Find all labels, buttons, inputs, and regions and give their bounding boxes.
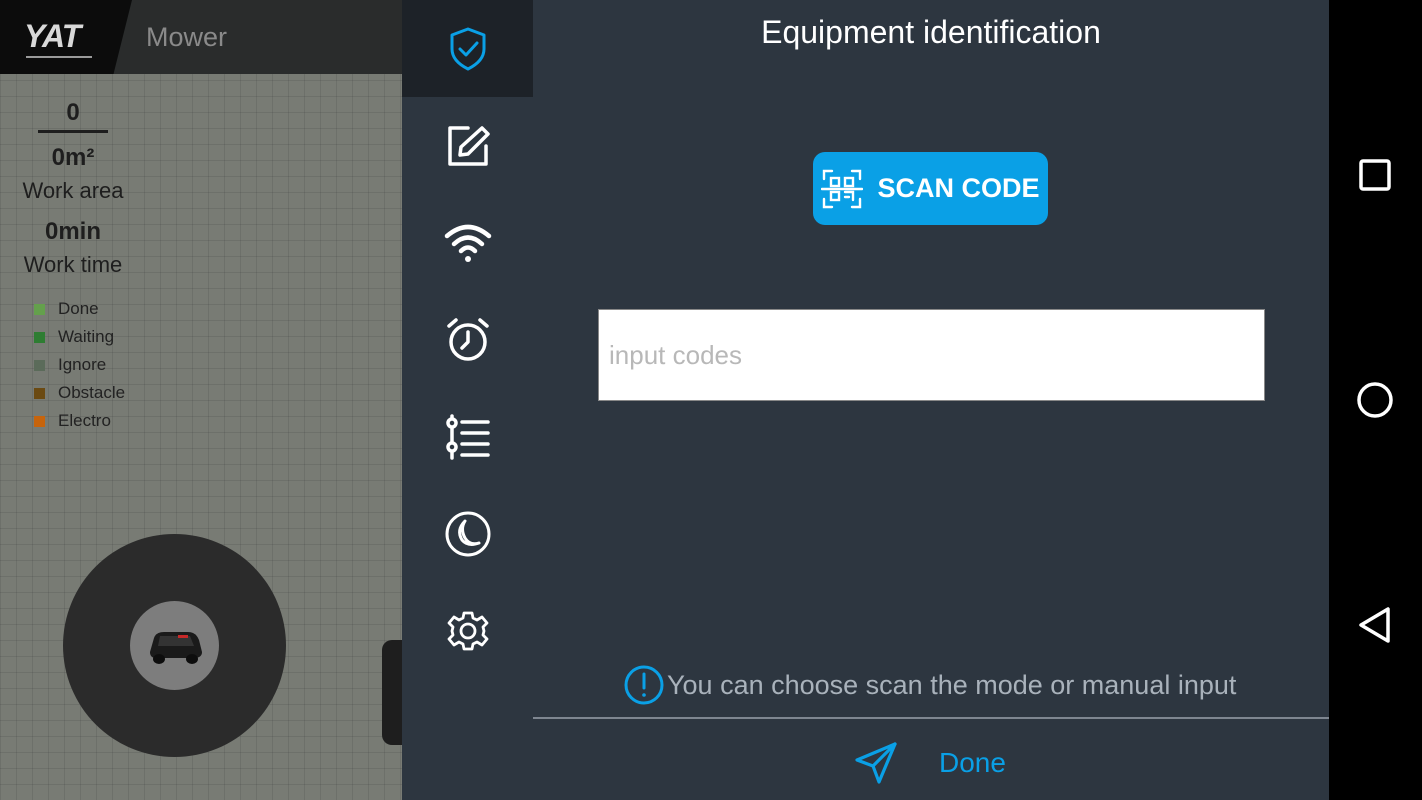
hint-message: You can choose scan the mode or manual i… [623,664,1236,706]
work-time-value: 0min [44,218,101,245]
alarm-clock-icon [446,317,489,361]
hint-text: You can choose scan the mode or manual i… [667,669,1237,700]
edit-icon [447,125,490,166]
logo-underline [26,56,92,58]
legend-item-waiting: Waiting [34,323,125,351]
legend-swatch [34,303,45,315]
recent-apps-button[interactable] [1353,153,1397,197]
joystick-knob[interactable] [130,601,219,690]
legend-label: Obstacle [58,383,126,402]
footer-divider [533,717,1329,719]
list-settings-icon [445,413,490,460]
legend-item-obstacle: Obstacle [34,379,125,407]
legend-label: Ignore [58,355,107,374]
sidebar-item-wifi[interactable] [402,194,533,291]
drawer-handle[interactable] [382,640,402,745]
stat-divider [38,130,108,133]
scan-code-button[interactable]: SCAN CODE [813,152,1048,225]
map-panel: YAT Mower 0 0m² Work area 0min Work time… [0,0,402,800]
shield-check-icon [450,27,485,70]
settings-sidebar [402,0,533,800]
info-icon [624,665,664,705]
legend-item-ignore: Ignore [34,351,125,379]
legend-label: Waiting [58,327,115,346]
legend-swatch [34,387,45,399]
mower-icon [149,631,202,664]
home-button[interactable] [1353,378,1397,422]
logo: YAT [0,0,132,74]
code-input[interactable] [598,309,1265,401]
top-bar: YAT Mower [0,0,402,74]
app-title: Mower [146,22,228,52]
logo-text: YAT [24,18,81,54]
sidebar-item-schedule[interactable] [402,291,533,388]
qr-scan-icon [821,169,864,208]
gear-icon [447,611,488,650]
android-navigation-bar [1329,0,1422,800]
circle-icon [1357,382,1393,418]
sidebar-item-night-mode[interactable] [402,485,533,582]
legend-item-electro: Electro [34,407,125,435]
stat-count: 0 [66,99,80,126]
work-area-label: Work area [22,178,124,203]
sidebar-item-settings[interactable] [402,582,533,679]
legend-swatch [34,415,45,427]
joystick[interactable] [63,534,286,757]
legend-swatch [34,359,45,371]
sidebar-item-parameters[interactable] [402,388,533,485]
done-label: Done [939,747,1006,778]
legend-label: Electro [58,411,111,430]
work-time-label: Work time [23,252,123,277]
work-stats: 0 0m² Work area 0min Work time [0,96,146,281]
page-title: Equipment identification [761,14,1101,50]
send-icon [855,742,897,784]
scan-code-label: SCAN CODE [877,173,1040,203]
square-icon [1359,159,1391,191]
legend-item-done: Done [34,295,125,323]
wifi-icon [444,224,491,262]
map-legend: Done Waiting Ignore Obstacle Electro [34,295,125,435]
moon-icon [445,511,490,556]
equipment-identification-panel: Equipment identification SCAN CODE You c… [533,0,1329,800]
work-area-value: 0m² [51,144,95,171]
sidebar-item-identification[interactable] [402,0,533,97]
legend-swatch [34,331,45,343]
sidebar-item-edit[interactable] [402,97,533,194]
legend-label: Done [58,299,99,318]
back-button[interactable] [1353,603,1397,647]
done-button[interactable]: Done [853,735,1013,791]
back-triangle-icon [1359,607,1390,643]
